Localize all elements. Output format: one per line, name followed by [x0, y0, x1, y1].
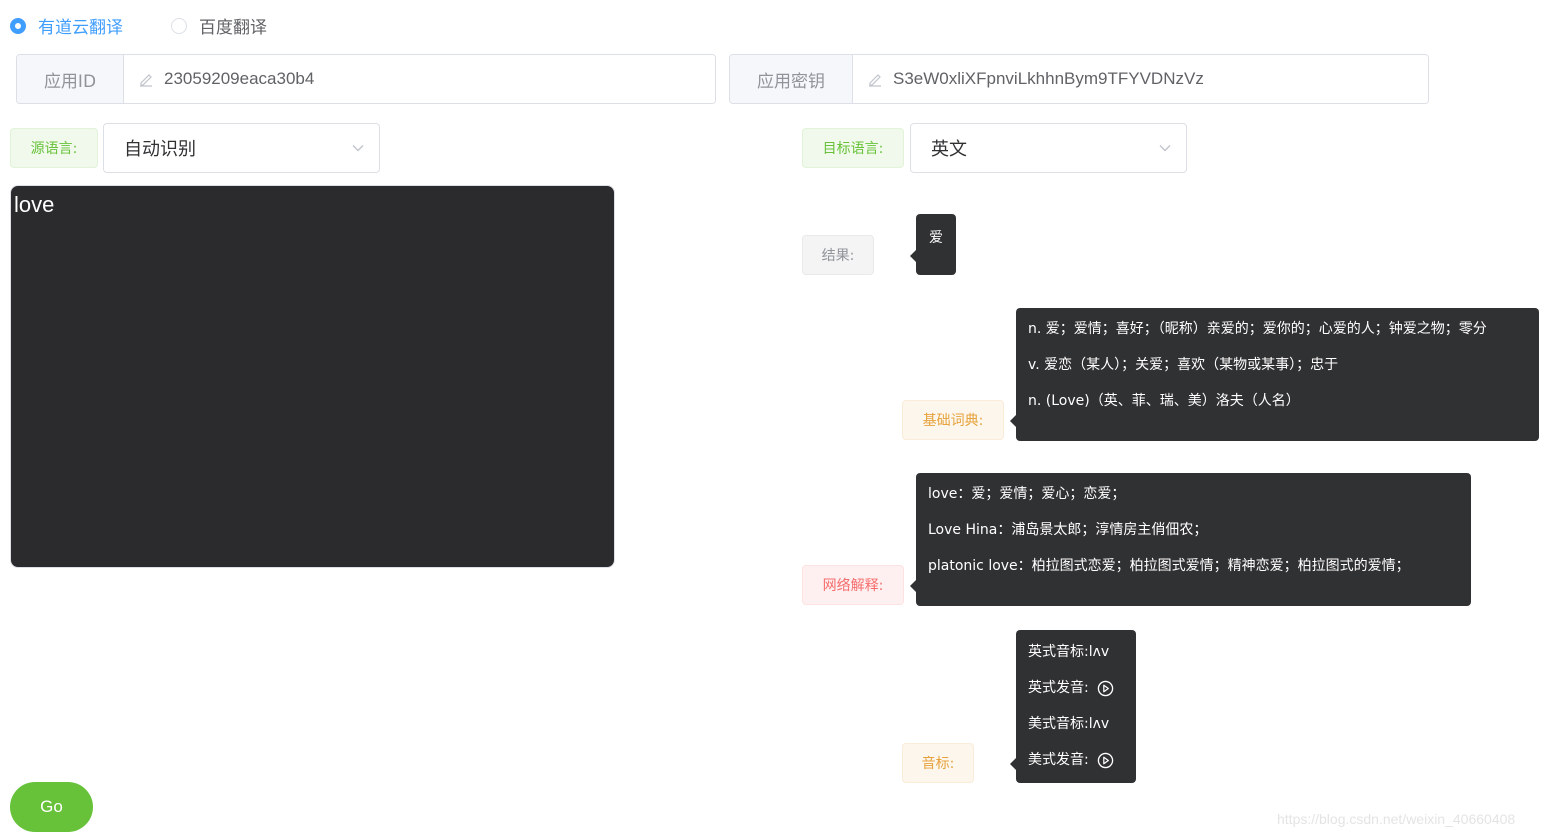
target-language-select[interactable]: 英文	[910, 123, 1187, 173]
watermark: https://blog.csdn.net/weixin_40660408	[1277, 811, 1516, 827]
radio-youdao[interactable]: 有道云翻译	[10, 13, 123, 38]
app-id-field: 应用ID	[16, 54, 716, 104]
uk-phonetic-value: lʌv	[1088, 644, 1110, 660]
result-tag: 结果:	[802, 235, 874, 275]
radio-dot-checked[interactable]	[10, 17, 26, 34]
edit-icon	[869, 74, 881, 87]
app-id-input-wrap[interactable]	[124, 55, 715, 103]
go-button[interactable]: Go	[10, 782, 93, 832]
target-language-tag: 目标语言:	[802, 128, 904, 168]
source-language-tag: 源语言:	[10, 128, 98, 168]
basic-dict-line: n. 爱；爱情；喜好；（昵称）亲爱的；爱你的；心爱的人；钟爱之物；零分	[1028, 321, 1487, 337]
us-phonetic-value: lʌv	[1088, 716, 1110, 732]
phonetic-tooltip: 英式音标:lʌv 英式发音: 美式音标:lʌv 美式发音:	[1010, 630, 1136, 783]
uk-audio-label: 英式发音:	[1028, 680, 1089, 696]
chevron-down-icon	[352, 145, 364, 152]
web-explain-tag: 网络解释:	[802, 565, 904, 605]
web-explain-line: platonic love：柏拉图式恋爱；柏拉图式爱情；精神恋爱；柏拉图式的爱情…	[928, 558, 1410, 574]
basic-dict-line: n. (Love)（英、菲、瑞、美）洛夫（人名）	[1028, 393, 1300, 409]
uk-phonetic-label: 英式音标:	[1028, 644, 1089, 660]
radio-label-youdao: 有道云翻译	[38, 18, 123, 38]
us-audio-label: 美式发音:	[1028, 752, 1089, 768]
phonetic-tag: 音标:	[902, 743, 974, 783]
basic-dict-line: v. 爱恋（某人）；关爱；喜欢（某物或某事）；忠于	[1028, 357, 1339, 373]
app-key-field: 应用密钥	[729, 54, 1429, 104]
play-circle-icon[interactable]	[1097, 680, 1114, 697]
radio-dot-unchecked[interactable]	[171, 17, 187, 34]
us-phonetic-label: 美式音标:	[1028, 716, 1089, 732]
web-explain-tooltip: love：爱；爱情；爱心；恋爱； Love Hina：浦岛景太郎；淳情房主俏佃农…	[910, 473, 1471, 606]
uk-phonetic-row: 英式音标:lʌv	[1028, 634, 1124, 670]
source-language-select[interactable]: 自动识别	[103, 123, 380, 173]
app-key-input[interactable]	[891, 68, 1428, 90]
app-id-input[interactable]	[162, 68, 715, 90]
target-language-value: 英文	[931, 139, 967, 160]
us-audio-row: 美式发音:	[1028, 742, 1124, 778]
basic-dict-tag: 基础词典:	[902, 400, 1004, 440]
radio-baidu[interactable]: 百度翻译	[171, 13, 267, 38]
radio-label-baidu: 百度翻译	[199, 18, 267, 38]
web-explain-line: love：爱；爱情；爱心；恋爱；	[928, 486, 1126, 502]
edit-icon	[140, 74, 152, 87]
app-key-input-wrap[interactable]	[853, 55, 1428, 103]
app-key-label: 应用密钥	[730, 55, 853, 103]
play-circle-icon[interactable]	[1097, 752, 1114, 769]
app-id-label: 应用ID	[17, 55, 124, 103]
uk-audio-row: 英式发音:	[1028, 670, 1124, 706]
source-text-input[interactable]	[10, 185, 615, 568]
us-phonetic-row: 美式音标:lʌv	[1028, 706, 1124, 742]
basic-dict-tooltip: n. 爱；爱情；喜好；（昵称）亲爱的；爱你的；心爱的人；钟爱之物；零分 v. 爱…	[1010, 308, 1539, 441]
web-explain-line: Love Hina：浦岛景太郎；淳情房主俏佃农；	[928, 522, 1208, 538]
result-value: 爱	[929, 230, 943, 246]
result-tooltip: 爱	[910, 214, 956, 275]
source-language-value: 自动识别	[124, 139, 196, 160]
chevron-down-icon	[1159, 145, 1171, 152]
